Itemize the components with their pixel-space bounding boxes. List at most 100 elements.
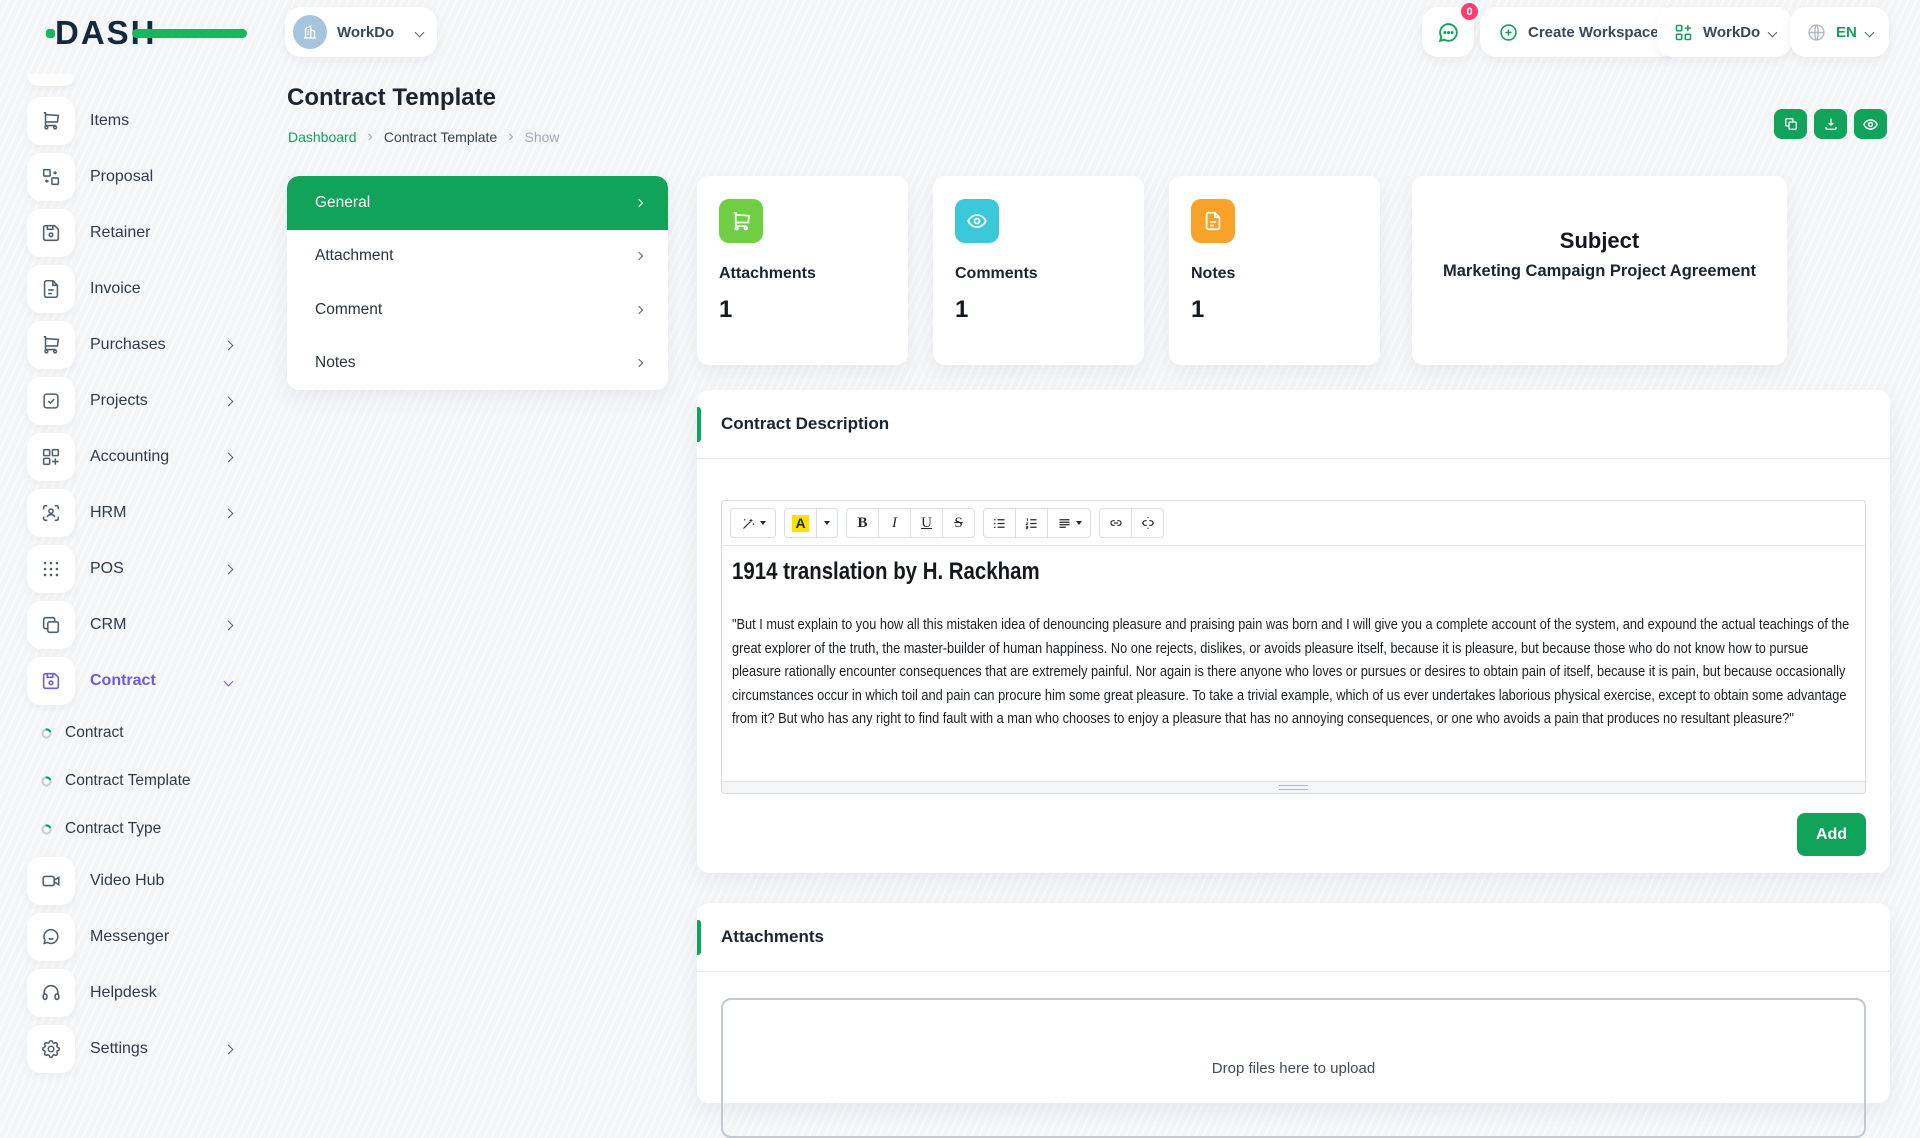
floppy-icon <box>27 209 75 257</box>
language-label: EN <box>1836 24 1857 41</box>
sidebar-subitem-contract[interactable]: Contract <box>40 713 240 753</box>
sidebar-item-invoice[interactable]: Invoice <box>27 265 234 313</box>
rich-text-editor: A B I U S <box>721 500 1866 794</box>
font-color-button[interactable]: A <box>784 508 817 538</box>
add-button[interactable]: Add <box>1797 813 1866 856</box>
sidebar-item-hrm[interactable]: HRM <box>27 489 234 537</box>
style-button[interactable] <box>730 508 776 538</box>
sidebar-item-helpdesk[interactable]: Helpdesk <box>27 969 234 1017</box>
tab-comment[interactable]: Comment <box>287 283 668 337</box>
editor-content[interactable]: 1914 translation by H. Rackham "But I mu… <box>722 546 1865 781</box>
sidebar-item-items[interactable]: Items <box>27 97 234 145</box>
sidebar-item-projects[interactable]: Projects <box>27 377 234 425</box>
chevron-right-icon <box>635 199 643 207</box>
unlink-button[interactable] <box>1131 508 1164 538</box>
grid-plus-icon <box>1673 22 1694 43</box>
messages-button[interactable]: 0 <box>1422 7 1474 57</box>
italic-button[interactable]: I <box>878 508 911 538</box>
editor-resize-bar[interactable] <box>722 781 1865 793</box>
file-dropzone[interactable]: Drop files here to upload <box>721 998 1866 1138</box>
donut-icon <box>40 727 53 740</box>
tab-notes[interactable]: Notes <box>287 337 668 391</box>
chevron-right-icon <box>635 306 643 314</box>
sidebar-item-partial <box>27 74 75 86</box>
tab-general[interactable]: General <box>287 176 668 230</box>
chevron-right-icon <box>224 396 234 406</box>
editor-heading: 1914 translation by H. Rackham <box>732 558 1858 586</box>
workspace-avatar <box>293 15 327 49</box>
sidebar-item-purchases[interactable]: Purchases <box>27 321 234 369</box>
proposal-icon <box>27 153 75 201</box>
workspace-selector[interactable]: WorkDo <box>285 7 437 57</box>
caret-down-icon <box>824 521 830 525</box>
subject-title: Subject <box>1560 228 1639 254</box>
stat-label: Notes <box>1191 265 1358 283</box>
align-icon <box>1057 516 1072 531</box>
chevron-right-icon <box>224 452 234 462</box>
resize-handle-icon <box>1279 785 1308 790</box>
breadcrumb: Dashboard › Contract Template › Show <box>288 129 560 145</box>
bold-button[interactable]: B <box>846 508 879 538</box>
breadcrumb-dashboard-link[interactable]: Dashboard <box>288 129 357 145</box>
cart-icon <box>27 97 75 145</box>
panel-accent-bar <box>697 920 701 955</box>
copy-button[interactable] <box>1774 109 1807 139</box>
chevron-right-icon <box>635 359 643 367</box>
stat-label: Comments <box>955 265 1122 283</box>
grid-plus-icon <box>27 433 75 481</box>
preview-button[interactable] <box>1854 109 1887 139</box>
sidebar-item-accounting[interactable]: Accounting <box>27 433 234 481</box>
bullet-list-icon <box>992 516 1007 531</box>
sidebar-item-messenger[interactable]: Messenger <box>27 913 234 961</box>
chevron-right-icon <box>224 508 234 518</box>
paragraph-align-button[interactable] <box>1047 508 1091 538</box>
floppy-icon <box>27 657 75 705</box>
chevron-down-icon <box>224 676 234 686</box>
chevron-right-icon <box>635 252 643 260</box>
messages-badge: 0 <box>1459 1 1480 22</box>
sidebar-item-settings[interactable]: Settings <box>27 1025 234 1073</box>
app-menu-button[interactable]: WorkDo <box>1657 7 1792 57</box>
video-icon <box>27 857 75 905</box>
app-menu-label: WorkDo <box>1703 24 1760 41</box>
subject-value: Marketing Campaign Project Agreement <box>1443 262 1756 281</box>
sidebar-item-video-hub[interactable]: Video Hub <box>27 857 234 905</box>
sidebar-item-proposal[interactable]: Proposal <box>27 153 234 201</box>
ordered-list-button[interactable] <box>1015 508 1048 538</box>
chat-icon <box>1436 20 1461 45</box>
sidebar-subitem-contract-type[interactable]: Contract Type <box>40 809 240 849</box>
subject-card: Subject Marketing Campaign Project Agree… <box>1412 176 1787 365</box>
link-button[interactable] <box>1099 508 1132 538</box>
sidebar-item-pos[interactable]: POS <box>27 545 234 593</box>
cart-icon <box>27 321 75 369</box>
chevron-right-icon <box>224 1044 234 1054</box>
attachments-panel: Attachments Drop files here to upload <box>697 903 1890 1103</box>
divider <box>697 458 1890 459</box>
unordered-list-button[interactable] <box>983 508 1016 538</box>
download-icon <box>1823 116 1839 132</box>
sidebar-item-retainer[interactable]: Retainer <box>27 209 234 257</box>
underline-button[interactable]: U <box>910 508 943 538</box>
app-logo: DASH <box>55 12 255 54</box>
numbered-list-icon <box>1024 516 1039 531</box>
sidebar-item-contract[interactable]: Contract <box>27 657 234 705</box>
page-title: Contract Template <box>287 84 496 112</box>
language-selector[interactable]: EN <box>1790 7 1889 57</box>
copy-icon <box>1783 116 1799 132</box>
color-letter: A <box>792 515 808 532</box>
download-button[interactable] <box>1814 109 1847 139</box>
create-workspace-label: Create Workspace <box>1528 24 1659 41</box>
tab-attachment[interactable]: Attachment <box>287 230 668 284</box>
contract-description-panel: Contract Description A B I U S <box>697 390 1890 873</box>
sidebar-item-crm[interactable]: CRM <box>27 601 234 649</box>
strikethrough-button[interactable]: S <box>942 508 975 538</box>
stat-value: 1 <box>1191 296 1358 324</box>
chevron-right-icon <box>224 340 234 350</box>
sidebar-subitem-contract-template[interactable]: Contract Template <box>40 761 240 801</box>
panel-accent-bar <box>697 407 701 442</box>
font-color-dropdown[interactable] <box>816 508 838 538</box>
link-icon <box>1108 515 1124 531</box>
editor-toolbar: A B I U S <box>722 501 1865 546</box>
invoice-icon <box>27 265 75 313</box>
create-workspace-button[interactable]: Create Workspace <box>1480 7 1677 57</box>
